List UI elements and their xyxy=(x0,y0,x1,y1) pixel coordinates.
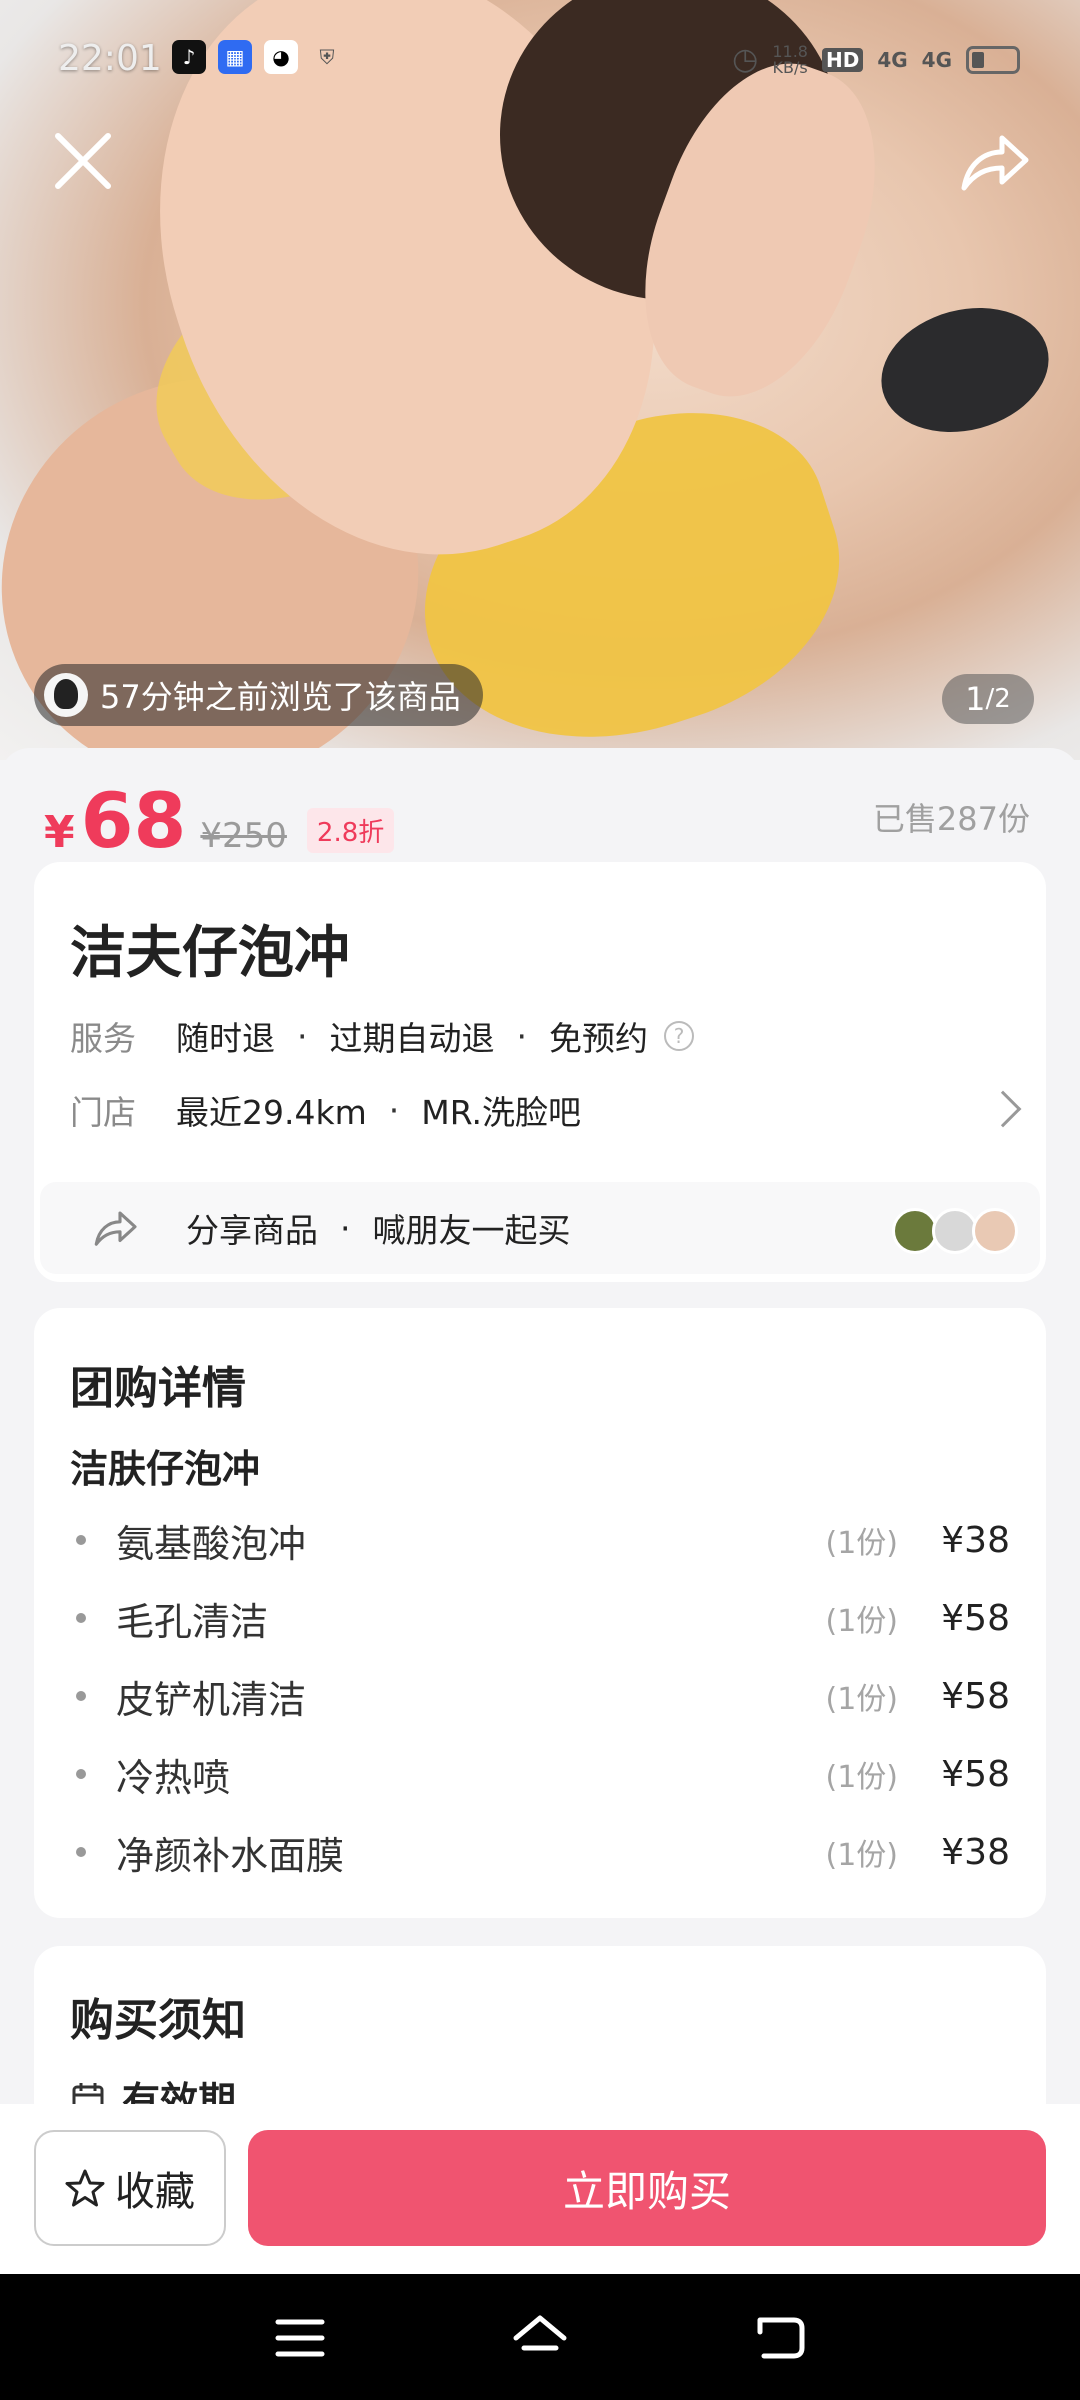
item-qty: (1份) xyxy=(825,1604,899,1639)
signal-icon: 4G xyxy=(877,47,908,72)
service-tag: 过期自动退 xyxy=(329,1019,495,1058)
photo-shape xyxy=(867,290,1063,450)
separator-dot: · xyxy=(388,1090,400,1130)
share-product-row[interactable]: 分享商品 · 喊朋友一起买 xyxy=(40,1182,1040,1274)
list-item: 净颜补水面膜 (1份) ¥38 xyxy=(70,1822,1010,1882)
bullet xyxy=(76,1613,86,1623)
status-indicators: ◷ 11.8 KB/s HD 4G 4G xyxy=(732,42,1020,77)
store-label: 门店 xyxy=(70,1093,136,1132)
product-title: 洁夫仔泡冲 xyxy=(70,921,350,986)
friend-avatars xyxy=(892,1208,1018,1254)
store-name: MR.洗脸吧 xyxy=(421,1093,581,1132)
item-qty: (1份) xyxy=(825,1682,899,1717)
item-price: ¥38 xyxy=(941,1519,1010,1561)
item-price: ¥38 xyxy=(941,1831,1010,1873)
star-icon xyxy=(65,2169,105,2207)
bottom-action-bar: 收藏 立即购买 xyxy=(0,2104,1080,2274)
battery-icon xyxy=(966,45,1020,74)
app-icon: ▦ xyxy=(218,40,252,74)
tiktok-icon: ♪ xyxy=(172,40,206,74)
home-icon[interactable] xyxy=(510,2308,570,2368)
favorite-button[interactable]: 收藏 xyxy=(34,2130,226,2246)
item-price: ¥58 xyxy=(941,1753,1010,1795)
package-name: 洁肤仔泡冲 xyxy=(70,1447,261,1491)
price-row: ¥ 68 ¥250 2.8折 xyxy=(44,776,395,865)
item-name: 净颜补水面膜 xyxy=(116,1833,345,1878)
bullet xyxy=(76,1769,86,1779)
item-qty: (1份) xyxy=(825,1838,899,1873)
viewed-text: 57分钟之前浏览了该商品 xyxy=(100,678,461,716)
share-text: 分享商品 · 喊朋友一起买 xyxy=(186,1204,571,1252)
product-image-carousel[interactable]: 22:01 ♪ ▦ ◕ ⛨ ◷ 11.8 KB/s HD 4G 4G 57分钟之… xyxy=(0,0,1080,760)
current-price: 68 xyxy=(80,776,187,865)
discount-badge: 2.8折 xyxy=(306,808,395,853)
group-buy-details-card: 团购详情 洁肤仔泡冲 氨基酸泡冲 (1份) ¥38 毛孔清洁 (1份) ¥58 … xyxy=(34,1308,1046,1918)
share-subtext: 喊朋友一起买 xyxy=(372,1211,571,1250)
bullet xyxy=(76,1535,86,1545)
list-item: 毛孔清洁 (1份) ¥58 xyxy=(70,1588,1010,1648)
alarm-icon: ◷ xyxy=(732,42,759,77)
avatar xyxy=(44,673,88,717)
pager-current: 1 xyxy=(965,680,986,718)
avatar xyxy=(972,1208,1018,1254)
share-icon[interactable] xyxy=(958,130,1030,194)
favorite-label: 收藏 xyxy=(115,2169,195,2215)
chevron-right-icon[interactable] xyxy=(984,1090,1022,1128)
service-label: 服务 xyxy=(70,1019,136,1058)
sold-count: 已售287份 xyxy=(872,800,1030,838)
service-tag: 随时退 xyxy=(176,1019,275,1058)
store-row[interactable]: 门店 最近29.4km · MR.洗脸吧 xyxy=(70,1086,581,1134)
section-heading: 团购详情 xyxy=(70,1363,246,1414)
item-qty: (1份) xyxy=(825,1526,899,1561)
service-tag: 免预约 xyxy=(549,1019,648,1058)
separator-dot: · xyxy=(297,1016,308,1056)
separator-dot: · xyxy=(516,1016,528,1056)
product-detail-sheet: ¥ 68 ¥250 2.8折 已售287份 洁夫仔泡冲 服务 随时退 · 过期自… xyxy=(0,748,1080,2246)
pager-total: /2 xyxy=(985,684,1011,714)
status-bar: 22:01 ♪ ▦ ◕ ⛨ ◷ 11.8 KB/s HD 4G 4G xyxy=(0,30,1080,90)
share-icon xyxy=(94,1211,137,1246)
list-item: 冷热喷 (1份) ¥58 xyxy=(70,1744,1010,1804)
item-name: 冷热喷 xyxy=(116,1755,231,1800)
item-name: 毛孔清洁 xyxy=(116,1599,269,1644)
bullet xyxy=(76,1691,86,1701)
close-icon[interactable] xyxy=(52,130,114,192)
item-qty: (1份) xyxy=(825,1760,899,1795)
buy-now-button[interactable]: 立即购买 xyxy=(248,2130,1046,2246)
image-pager: 1/2 xyxy=(942,674,1034,724)
menu-icon[interactable] xyxy=(270,2308,330,2368)
list-item: 氨基酸泡冲 (1份) ¥38 xyxy=(70,1510,1010,1570)
hd-icon: HD xyxy=(821,47,864,72)
item-price: ¥58 xyxy=(941,1675,1010,1717)
service-row: 服务 随时退 · 过期自动退 · 免预约 ? xyxy=(70,1012,694,1060)
separator-dot: · xyxy=(340,1208,351,1248)
store-distance: 最近29.4km xyxy=(176,1093,367,1132)
back-icon[interactable] xyxy=(750,2308,810,2368)
item-name: 皮铲机清洁 xyxy=(116,1677,307,1722)
item-name: 氨基酸泡冲 xyxy=(116,1521,307,1566)
original-price: ¥250 xyxy=(200,816,287,856)
recently-viewed-badge: 57分钟之前浏览了该商品 xyxy=(34,664,483,726)
shield-icon: ⛨ xyxy=(319,45,335,69)
system-navigation-bar xyxy=(0,2274,1080,2400)
net-speed: 11.8 KB/s xyxy=(772,41,808,77)
share-label: 分享商品 xyxy=(186,1211,318,1250)
signal-icon: 4G xyxy=(921,47,952,72)
qq-icon: ◕ xyxy=(264,40,298,74)
item-price: ¥58 xyxy=(941,1597,1010,1639)
section-heading: 购买须知 xyxy=(70,1995,246,2046)
status-time: 22:01 xyxy=(58,38,162,79)
bullet xyxy=(76,1847,86,1857)
help-icon[interactable]: ? xyxy=(664,1021,694,1051)
status-app-icons: ♪ ▦ ◕ ⛨ xyxy=(172,40,344,74)
currency-symbol: ¥ xyxy=(44,807,75,858)
product-info-card: 洁夫仔泡冲 服务 随时退 · 过期自动退 · 免预约 ? 门店 最近29.4km… xyxy=(34,862,1046,1282)
list-item: 皮铲机清洁 (1份) ¥58 xyxy=(70,1666,1010,1726)
